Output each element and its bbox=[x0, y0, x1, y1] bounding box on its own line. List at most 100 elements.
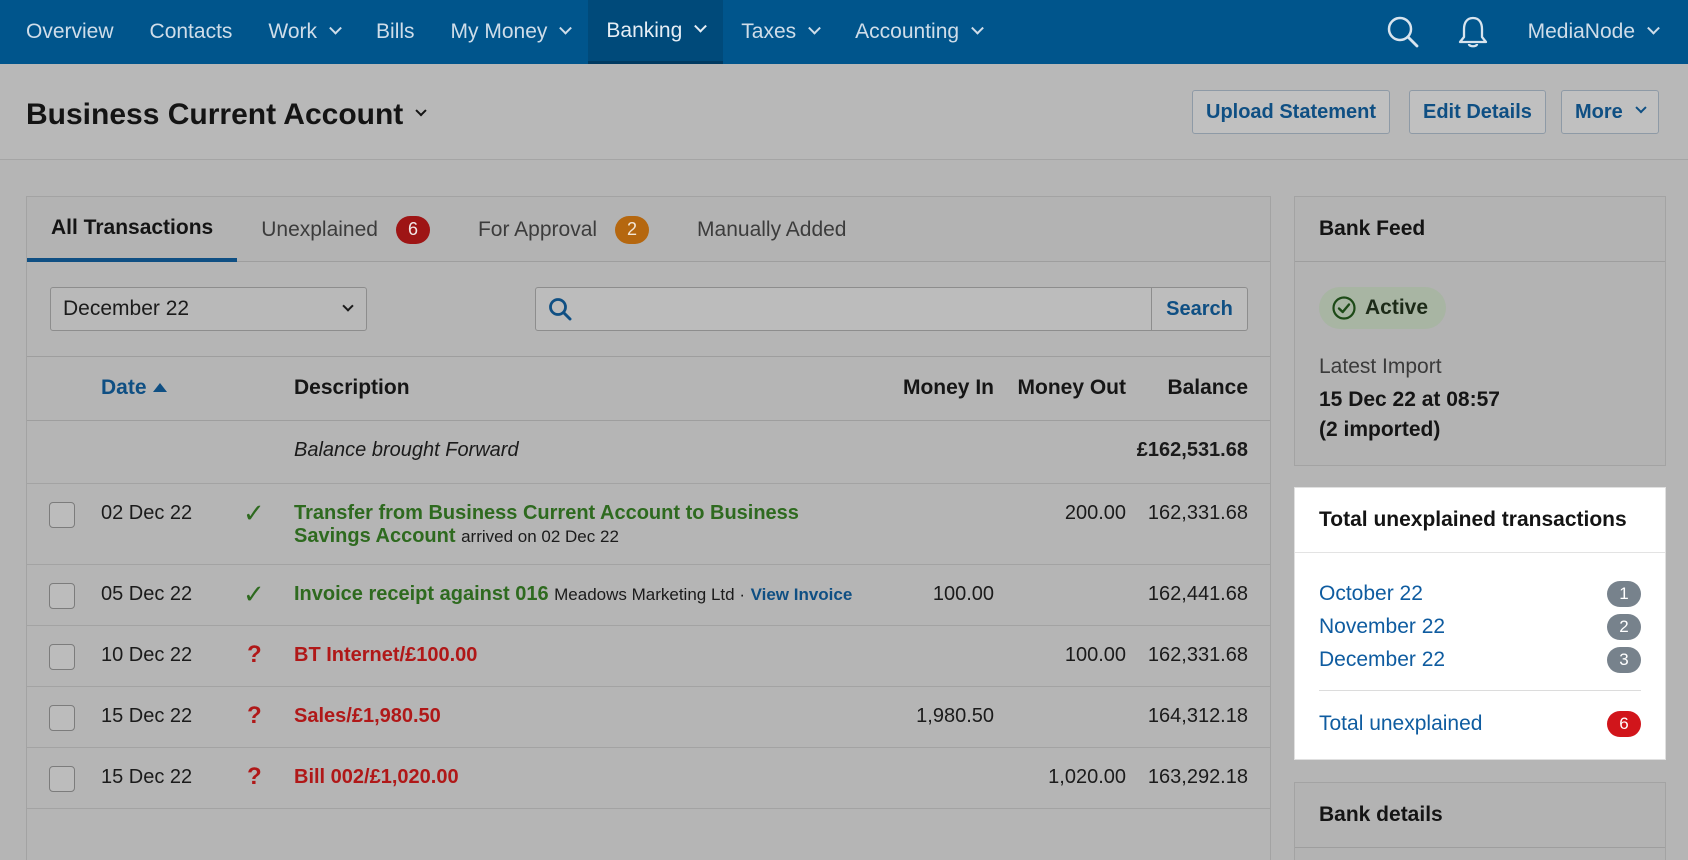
status-badge: Active bbox=[1319, 287, 1447, 329]
table-row[interactable]: 10 Dec 22 ? BT Internet/£100.00 100.00 1… bbox=[27, 625, 1270, 687]
tab-unexplained[interactable]: Unexplained 6 bbox=[237, 197, 454, 262]
brought-forward-label: Balance brought Forward bbox=[294, 420, 864, 484]
month-select[interactable]: December 22 bbox=[50, 287, 367, 331]
month-link[interactable]: November 22 bbox=[1319, 615, 1445, 639]
row-checkbox[interactable] bbox=[49, 582, 75, 609]
row-checkbox[interactable] bbox=[49, 765, 75, 792]
transaction-detail: Meadows Marketing Ltd · bbox=[554, 584, 745, 604]
upload-statement-button[interactable]: Upload Statement bbox=[1192, 90, 1391, 134]
total-unexplained-item[interactable]: Total unexplained 6 bbox=[1319, 707, 1641, 740]
search-input[interactable] bbox=[535, 287, 1152, 331]
bank-details-card: Bank details bbox=[1294, 782, 1666, 860]
row-checkbox[interactable] bbox=[49, 704, 75, 731]
nav-my-money[interactable]: My Money bbox=[433, 0, 589, 64]
nav-bills[interactable]: Bills bbox=[358, 0, 433, 64]
count-badge: 3 bbox=[1607, 646, 1641, 673]
search-button[interactable]: Search bbox=[1152, 287, 1248, 331]
nav-banking[interactable]: Banking bbox=[588, 0, 724, 64]
nav-overview[interactable]: Overview bbox=[0, 0, 132, 64]
row-balance: 162,441.68 bbox=[1126, 564, 1270, 626]
unexplained-month-list: October 22 1 November 22 2 December 22 3 To… bbox=[1295, 553, 1665, 740]
bell-icon[interactable] bbox=[1438, 0, 1508, 64]
bank-feed-card: Bank Feed Active Latest Import 15 Dec 22… bbox=[1294, 196, 1666, 466]
transaction-title[interactable]: Sales/£1,980.50 bbox=[294, 705, 441, 727]
edit-details-button[interactable]: Edit Details bbox=[1409, 90, 1546, 134]
table-header-row: Date Description Money In Money Out Bala… bbox=[27, 357, 1270, 421]
table-cell: ? bbox=[243, 747, 294, 809]
account-selector[interactable]: Business Current Account bbox=[26, 98, 427, 132]
chevron-down-icon bbox=[415, 105, 427, 117]
balance-brought-forward-row: Balance brought Forward £162,531.68 bbox=[27, 420, 1270, 484]
search-icon[interactable] bbox=[1368, 0, 1438, 64]
tab-manually-added[interactable]: Manually Added bbox=[673, 197, 870, 262]
filter-bar: December 22 Search bbox=[27, 262, 1270, 357]
tab-all-transactions[interactable]: All Transactions bbox=[27, 197, 238, 262]
user-menu[interactable]: MediaNode bbox=[1508, 0, 1688, 64]
table-cell: ? bbox=[243, 686, 294, 748]
row-description: Invoice receipt against 016 Meadows Mark… bbox=[294, 564, 864, 626]
divider bbox=[1319, 690, 1641, 691]
row-description: Bill 002/£1,020.00 bbox=[294, 747, 864, 809]
count-badge: 2 bbox=[615, 215, 650, 244]
imported-count: (2 imported) bbox=[1319, 418, 1441, 441]
row-date: 10 Dec 22 bbox=[101, 625, 243, 687]
table-row[interactable]: 15 Dec 22 ? Sales/£1,980.50 1,980.50 164… bbox=[27, 686, 1270, 748]
transaction-detail: arrived on 02 Dec 22 bbox=[461, 526, 619, 546]
table-cell: ? bbox=[243, 625, 294, 687]
transactions-panel: All Transactions Unexplained 6 For Approv… bbox=[26, 196, 1271, 860]
nav-label: Taxes bbox=[741, 20, 797, 43]
table-row[interactable]: 05 Dec 22 ✓ Invoice receipt against 016 … bbox=[27, 564, 1270, 626]
header-date[interactable]: Date bbox=[101, 357, 243, 421]
count-badge: 6 bbox=[395, 215, 430, 244]
unexplained-summary-card: Total unexplained transactions October 2… bbox=[1294, 487, 1666, 760]
tab-for-approval[interactable]: For Approval 2 bbox=[454, 197, 673, 262]
chevron-down-icon bbox=[329, 21, 342, 35]
table-row[interactable]: 02 Dec 22 ✓ Transfer from Business Curre… bbox=[27, 483, 1270, 565]
unexplained-month-item[interactable]: December 22 3 bbox=[1319, 643, 1641, 676]
table-cell bbox=[101, 420, 243, 484]
row-description: BT Internet/£100.00 bbox=[294, 625, 864, 687]
nav-label: Accounting bbox=[855, 20, 960, 43]
table-cell bbox=[243, 420, 294, 484]
button-label: More bbox=[1575, 100, 1623, 123]
row-money-in bbox=[864, 483, 994, 565]
row-money-in bbox=[864, 747, 994, 809]
row-description: Transfer from Business Current Account t… bbox=[294, 483, 864, 565]
nav-right: MediaNode bbox=[1368, 0, 1688, 64]
latest-import-value: 15 Dec 22 at 08:57 (2 imported) bbox=[1319, 385, 1500, 445]
month-link[interactable]: October 22 bbox=[1319, 582, 1423, 606]
row-checkbox[interactable] bbox=[49, 501, 75, 528]
unexplained-month-item[interactable]: October 22 1 bbox=[1319, 577, 1641, 610]
search-icon bbox=[548, 297, 572, 326]
transaction-title[interactable]: Bill 002/£1,020.00 bbox=[294, 766, 459, 788]
page-title: Business Current Account bbox=[26, 98, 404, 131]
nav-accounting[interactable]: Accounting bbox=[837, 0, 1000, 64]
month-select-value: December 22 bbox=[63, 297, 190, 320]
tab-label: All Transactions bbox=[51, 215, 214, 239]
header-balance: Balance bbox=[1126, 357, 1270, 421]
question-mark-icon: ? bbox=[247, 762, 262, 790]
row-checkbox[interactable] bbox=[49, 643, 75, 670]
nav-work[interactable]: Work bbox=[250, 0, 358, 64]
header-status bbox=[243, 357, 294, 421]
nav-taxes[interactable]: Taxes bbox=[723, 0, 837, 64]
total-unexplained-link[interactable]: Total unexplained bbox=[1319, 712, 1482, 736]
nav-label: Work bbox=[268, 20, 318, 43]
table-row[interactable]: 15 Dec 22 ? Bill 002/£1,020.00 1,020.00 … bbox=[27, 747, 1270, 809]
unexplained-summary-title: Total unexplained transactions bbox=[1295, 488, 1665, 553]
transaction-title[interactable]: Invoice receipt against 016 bbox=[294, 583, 549, 605]
unexplained-month-item[interactable]: November 22 2 bbox=[1319, 610, 1641, 643]
row-money-in bbox=[864, 625, 994, 687]
view-invoice-link[interactable]: View Invoice bbox=[751, 585, 853, 604]
row-description: Sales/£1,980.50 bbox=[294, 686, 864, 748]
table-cell bbox=[27, 625, 101, 687]
table-cell bbox=[864, 420, 994, 484]
month-link[interactable]: December 22 bbox=[1319, 648, 1445, 672]
date-sort-link[interactable]: Date bbox=[101, 376, 147, 399]
row-date: 15 Dec 22 bbox=[101, 747, 243, 809]
more-button[interactable]: More bbox=[1561, 90, 1659, 134]
transaction-title[interactable]: BT Internet/£100.00 bbox=[294, 644, 477, 666]
nav-contacts[interactable]: Contacts bbox=[132, 0, 251, 64]
top-nav: Overview Contacts Work Bills My Money Ba… bbox=[0, 0, 1688, 64]
tab-label: Unexplained bbox=[261, 217, 378, 241]
